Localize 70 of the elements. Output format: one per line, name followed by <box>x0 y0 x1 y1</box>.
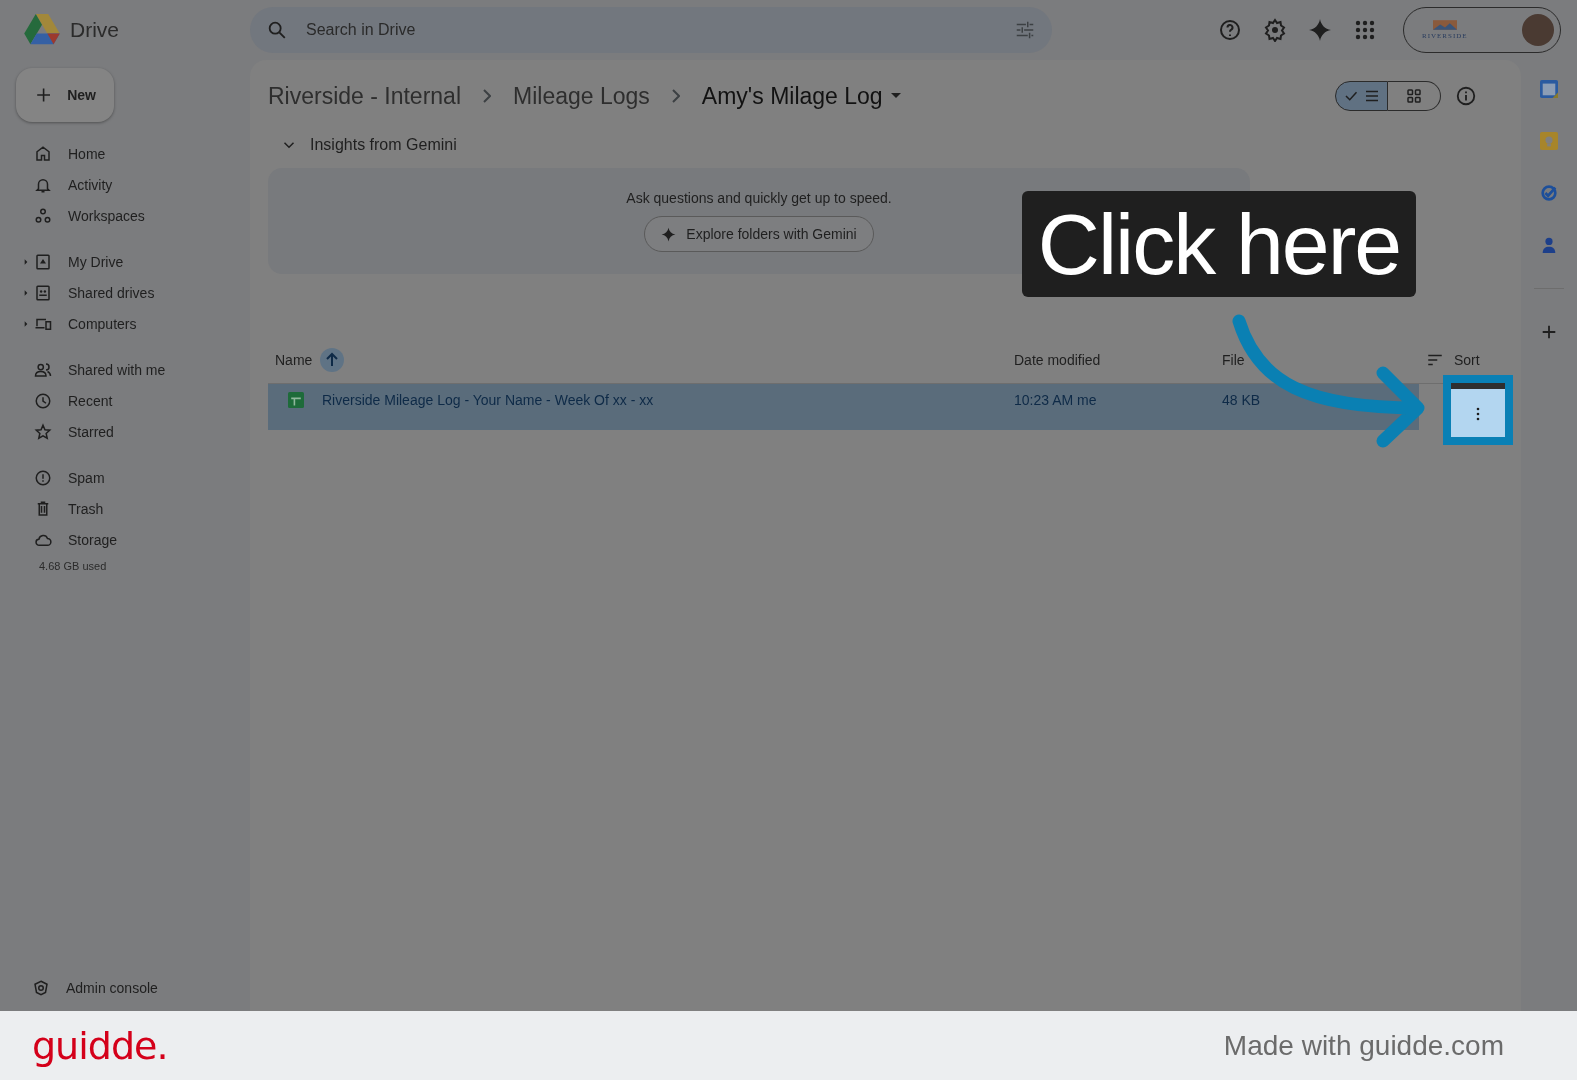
person-icon[interactable] <box>1540 236 1558 254</box>
search-icon <box>266 19 288 41</box>
dropdown-arrow-icon <box>890 93 901 99</box>
new-button[interactable]: New <box>16 68 114 122</box>
nav-item[interactable]: Workspaces <box>0 200 250 231</box>
breadcrumb[interactable]: Riverside - Internal <box>268 82 462 110</box>
column-header[interactable]: Name <box>275 352 313 368</box>
admin-console-link[interactable]: Admin console <box>0 979 250 997</box>
nav-item[interactable]: Storage <box>0 524 250 555</box>
spreadsheet-icon <box>288 391 304 408</box>
nav-item[interactable]: Starred <box>0 416 250 447</box>
people-icon <box>34 360 52 379</box>
shield-icon <box>32 979 50 997</box>
search-input[interactable]: Search in Drive <box>304 20 998 40</box>
nav-item[interactable]: Shared with me <box>0 354 250 385</box>
shared-drive-icon <box>34 283 52 302</box>
check-circle-icon[interactable] <box>1540 184 1558 202</box>
column-header[interactable]: File <box>1222 352 1245 368</box>
circles-icon <box>34 206 52 225</box>
grid-icon <box>1405 87 1423 105</box>
explore-button[interactable]: Explore folders with Gemini <box>644 216 874 252</box>
brand-logo: guidde. <box>32 1023 168 1068</box>
clock-icon <box>34 391 52 410</box>
drive-logo-icon <box>24 14 60 46</box>
table-cell: 10:23 AM me <box>1014 391 1097 408</box>
nav-item[interactable]: Shared drives <box>0 277 250 308</box>
storage-usage: 4.68 GB used <box>39 560 108 572</box>
sparkle-icon[interactable] <box>1308 18 1332 42</box>
nav-item[interactable]: My Drive <box>0 246 250 277</box>
avatar <box>1522 14 1554 46</box>
sort-button[interactable]: Sort <box>1426 351 1501 369</box>
table-cell: 48 KB <box>1222 391 1261 408</box>
file-name: Riverside Mileage Log - Your Name - Week Of xx - xx <box>322 391 654 408</box>
chevron-right-icon <box>671 89 680 103</box>
apps-icon[interactable] <box>1353 18 1377 42</box>
column-header[interactable]: Date modified <box>1014 352 1101 368</box>
warning-icon <box>34 468 52 487</box>
app-name: Drive <box>70 18 119 42</box>
calendar-icon[interactable] <box>1540 80 1558 98</box>
nav-item[interactable]: Trash <box>0 493 250 524</box>
breadcrumb[interactable]: Mileage Logs <box>513 82 650 110</box>
filter-icon[interactable] <box>1014 19 1036 41</box>
info-icon[interactable] <box>1455 85 1477 107</box>
caret-icon <box>24 258 28 265</box>
help-icon[interactable] <box>1218 18 1242 42</box>
star-icon <box>34 422 52 441</box>
more-icon <box>1476 407 1480 421</box>
search-field[interactable]: Search in Drive <box>250 7 1052 53</box>
settings-icon[interactable] <box>1263 18 1287 42</box>
insights-text: Ask questions and quickly get up to speed. <box>626 190 892 206</box>
nav-item[interactable]: Home <box>0 138 250 169</box>
more-actions-button[interactable] <box>1443 375 1513 445</box>
mountain-logo-icon <box>1432 20 1457 30</box>
file-row[interactable]: Riverside Mileage Log - Your Name - Week Of xx - xx 10:23 AM me 48 KB <box>268 384 1419 430</box>
breadcrumb[interactable]: Amy's Milage Log <box>701 82 901 110</box>
nav-item[interactable]: Computers <box>0 308 250 339</box>
drive-icon <box>34 252 52 271</box>
insights-toggle[interactable]: Insights from Gemini <box>268 132 1501 158</box>
sparkle-icon <box>661 226 677 242</box>
footer-credit: Made with guidde.com <box>1223 1029 1504 1062</box>
nav-item[interactable]: Recent <box>0 385 250 416</box>
list-view-button[interactable] <box>1335 81 1388 111</box>
home-icon <box>34 144 52 163</box>
caret-icon <box>24 289 28 296</box>
nav-item[interactable]: Spam <box>0 462 250 493</box>
callout: Click here <box>1022 191 1416 297</box>
nav-item[interactable]: Activity <box>0 169 250 200</box>
plus-icon[interactable] <box>1540 323 1558 341</box>
chevron-right-icon <box>483 89 492 103</box>
caret-icon <box>24 320 28 327</box>
